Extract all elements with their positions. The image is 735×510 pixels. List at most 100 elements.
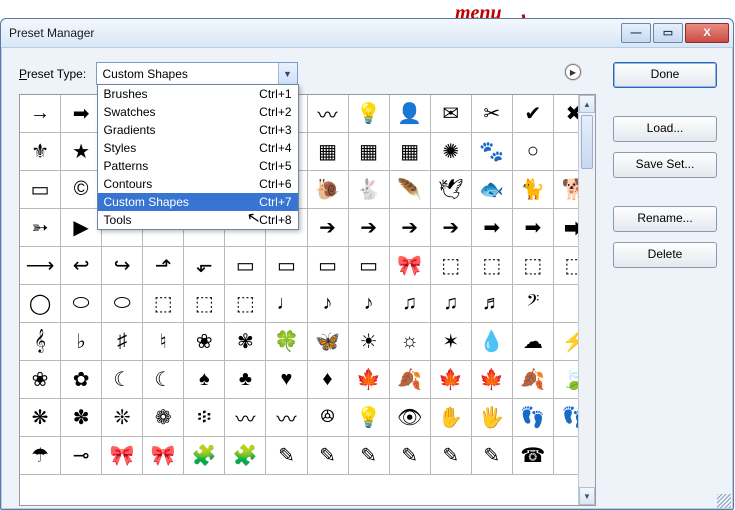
titlebar[interactable]: Preset Manager — ▭ X	[1, 19, 733, 48]
shape-cell[interactable]: 👁	[390, 399, 431, 437]
shape-cell[interactable]: ⬚	[472, 247, 513, 285]
shape-cell[interactable]: 💧	[472, 323, 513, 361]
scrollbar[interactable]: ▲ ▼	[578, 95, 595, 505]
shape-cell[interactable]: ⬚	[225, 285, 266, 323]
shape-cell[interactable]: ➡	[513, 209, 554, 247]
shape-cell[interactable]: ♪	[349, 285, 390, 323]
shape-cell[interactable]: ✎	[308, 437, 349, 475]
maximize-button[interactable]: ▭	[653, 23, 683, 43]
shape-cell[interactable]: 🧩	[225, 437, 266, 475]
shape-cell[interactable]: ✎	[349, 437, 390, 475]
shape-cell[interactable]: ❊	[102, 399, 143, 437]
shape-cell[interactable]: 🎀	[143, 437, 184, 475]
shape-cell[interactable]: ♮	[143, 323, 184, 361]
done-button[interactable]: Done	[613, 62, 717, 88]
shape-cell[interactable]: ▦	[390, 133, 431, 171]
shape-cell[interactable]: ✎	[390, 437, 431, 475]
shape-cell[interactable]: 〰	[308, 95, 349, 133]
shape-cell[interactable]: ♫	[390, 285, 431, 323]
shape-cell[interactable]: 🎀	[102, 437, 143, 475]
shape-cell[interactable]: ⬚	[431, 247, 472, 285]
load-button[interactable]: Load...	[613, 116, 717, 142]
dropdown-item[interactable]: BrushesCtrl+1	[98, 85, 298, 103]
dropdown-item[interactable]: ContoursCtrl+6	[98, 175, 298, 193]
shape-cell[interactable]: 🍀	[266, 323, 307, 361]
shape-cell[interactable]: ♫	[431, 285, 472, 323]
shape-cell[interactable]: ⊸	[61, 437, 102, 475]
shape-cell[interactable]: ✋	[431, 399, 472, 437]
shape-cell[interactable]: ○	[513, 133, 554, 171]
shape-cell[interactable]: 🎀	[390, 247, 431, 285]
shape-cell[interactable]: ▭	[20, 171, 61, 209]
scroll-down-button[interactable]: ▼	[579, 487, 595, 505]
shape-cell[interactable]: 🕊	[431, 171, 472, 209]
chevron-down-icon[interactable]: ▼	[278, 63, 297, 84]
shape-cell[interactable]: ▭	[225, 247, 266, 285]
shape-cell[interactable]: ⬚	[143, 285, 184, 323]
shape-cell[interactable]: 🍂	[513, 361, 554, 399]
shape-cell[interactable]: ♥	[266, 361, 307, 399]
shape-cell[interactable]: 🐟	[472, 171, 513, 209]
shape-cell[interactable]: 〰	[225, 399, 266, 437]
shape-cell[interactable]: ➔	[349, 209, 390, 247]
shape-cell[interactable]: ♪	[308, 285, 349, 323]
rename-button[interactable]: Rename...	[613, 206, 717, 232]
shape-cell[interactable]: ⟶	[20, 247, 61, 285]
shape-cell[interactable]: ✂	[472, 95, 513, 133]
shape-cell[interactable]: 🍂	[390, 361, 431, 399]
preset-type-dropdown[interactable]: BrushesCtrl+1SwatchesCtrl+2GradientsCtrl…	[97, 84, 299, 230]
shape-cell[interactable]: 🐈	[513, 171, 554, 209]
shape-cell[interactable]: ▭	[266, 247, 307, 285]
shape-cell[interactable]: ❀	[20, 361, 61, 399]
shape-cell[interactable]: ☁	[513, 323, 554, 361]
shape-cell[interactable]: ✎	[472, 437, 513, 475]
shape-cell[interactable]: ❁	[143, 399, 184, 437]
shape-cell[interactable]: ⚜	[20, 133, 61, 171]
shape-cell[interactable]: 🦋	[308, 323, 349, 361]
save-set-button[interactable]: Save Set...	[613, 152, 717, 178]
shape-cell[interactable]: ✾	[225, 323, 266, 361]
shape-cell[interactable]: 💡	[349, 95, 390, 133]
shape-cell[interactable]: 👣	[513, 399, 554, 437]
dropdown-item[interactable]: StylesCtrl+4	[98, 139, 298, 157]
shape-cell[interactable]: ✽	[61, 399, 102, 437]
shape-cell[interactable]: 𝄢	[513, 285, 554, 323]
scrollbar-thumb[interactable]	[581, 115, 593, 169]
shape-cell[interactable]: ♠	[184, 361, 225, 399]
shape-cell[interactable]: 🐌	[308, 171, 349, 209]
shape-cell[interactable]: ➔	[390, 209, 431, 247]
flyout-menu-button[interactable]: ▶	[565, 64, 581, 80]
shape-cell[interactable]: 🪶	[390, 171, 431, 209]
shape-cell[interactable]: ♭	[61, 323, 102, 361]
shape-cell[interactable]: ➳	[20, 209, 61, 247]
shape-cell[interactable]: ↪	[102, 247, 143, 285]
scroll-up-button[interactable]: ▲	[579, 95, 595, 113]
shape-cell[interactable]: 🍁	[472, 361, 513, 399]
shape-cell[interactable]: ➔	[431, 209, 472, 247]
shape-cell[interactable]: 🍁	[349, 361, 390, 399]
dropdown-item[interactable]: PatternsCtrl+5	[98, 157, 298, 175]
shape-cell[interactable]: ➡	[472, 209, 513, 247]
dropdown-item[interactable]: SwatchesCtrl+2	[98, 103, 298, 121]
shape-cell[interactable]: ♣	[225, 361, 266, 399]
shape-cell[interactable]: ☎	[513, 437, 554, 475]
shape-cell[interactable]: ♩	[266, 285, 307, 323]
shape-cell[interactable]: ♬	[472, 285, 513, 323]
shape-cell[interactable]: ⬏	[143, 247, 184, 285]
shape-cell[interactable]: 👤	[390, 95, 431, 133]
shape-cell[interactable]: ꔮ	[308, 399, 349, 437]
shape-cell[interactable]: ☼	[390, 323, 431, 361]
close-button[interactable]: X	[685, 23, 729, 43]
shape-cell[interactable]: ⬚	[184, 285, 225, 323]
shape-cell[interactable]: 𝄞	[20, 323, 61, 361]
dropdown-item[interactable]: GradientsCtrl+3	[98, 121, 298, 139]
shape-cell[interactable]: ☾	[143, 361, 184, 399]
shape-cell[interactable]: ⬭	[61, 285, 102, 323]
shape-cell[interactable]: ☾	[102, 361, 143, 399]
shape-cell[interactable]: ♯	[102, 323, 143, 361]
shape-cell[interactable]: ⬭	[102, 285, 143, 323]
shape-cell[interactable]: 〰	[266, 399, 307, 437]
shape-cell[interactable]: ✔	[513, 95, 554, 133]
shape-cell[interactable]: ✿	[61, 361, 102, 399]
resize-grip-icon[interactable]	[717, 494, 731, 508]
